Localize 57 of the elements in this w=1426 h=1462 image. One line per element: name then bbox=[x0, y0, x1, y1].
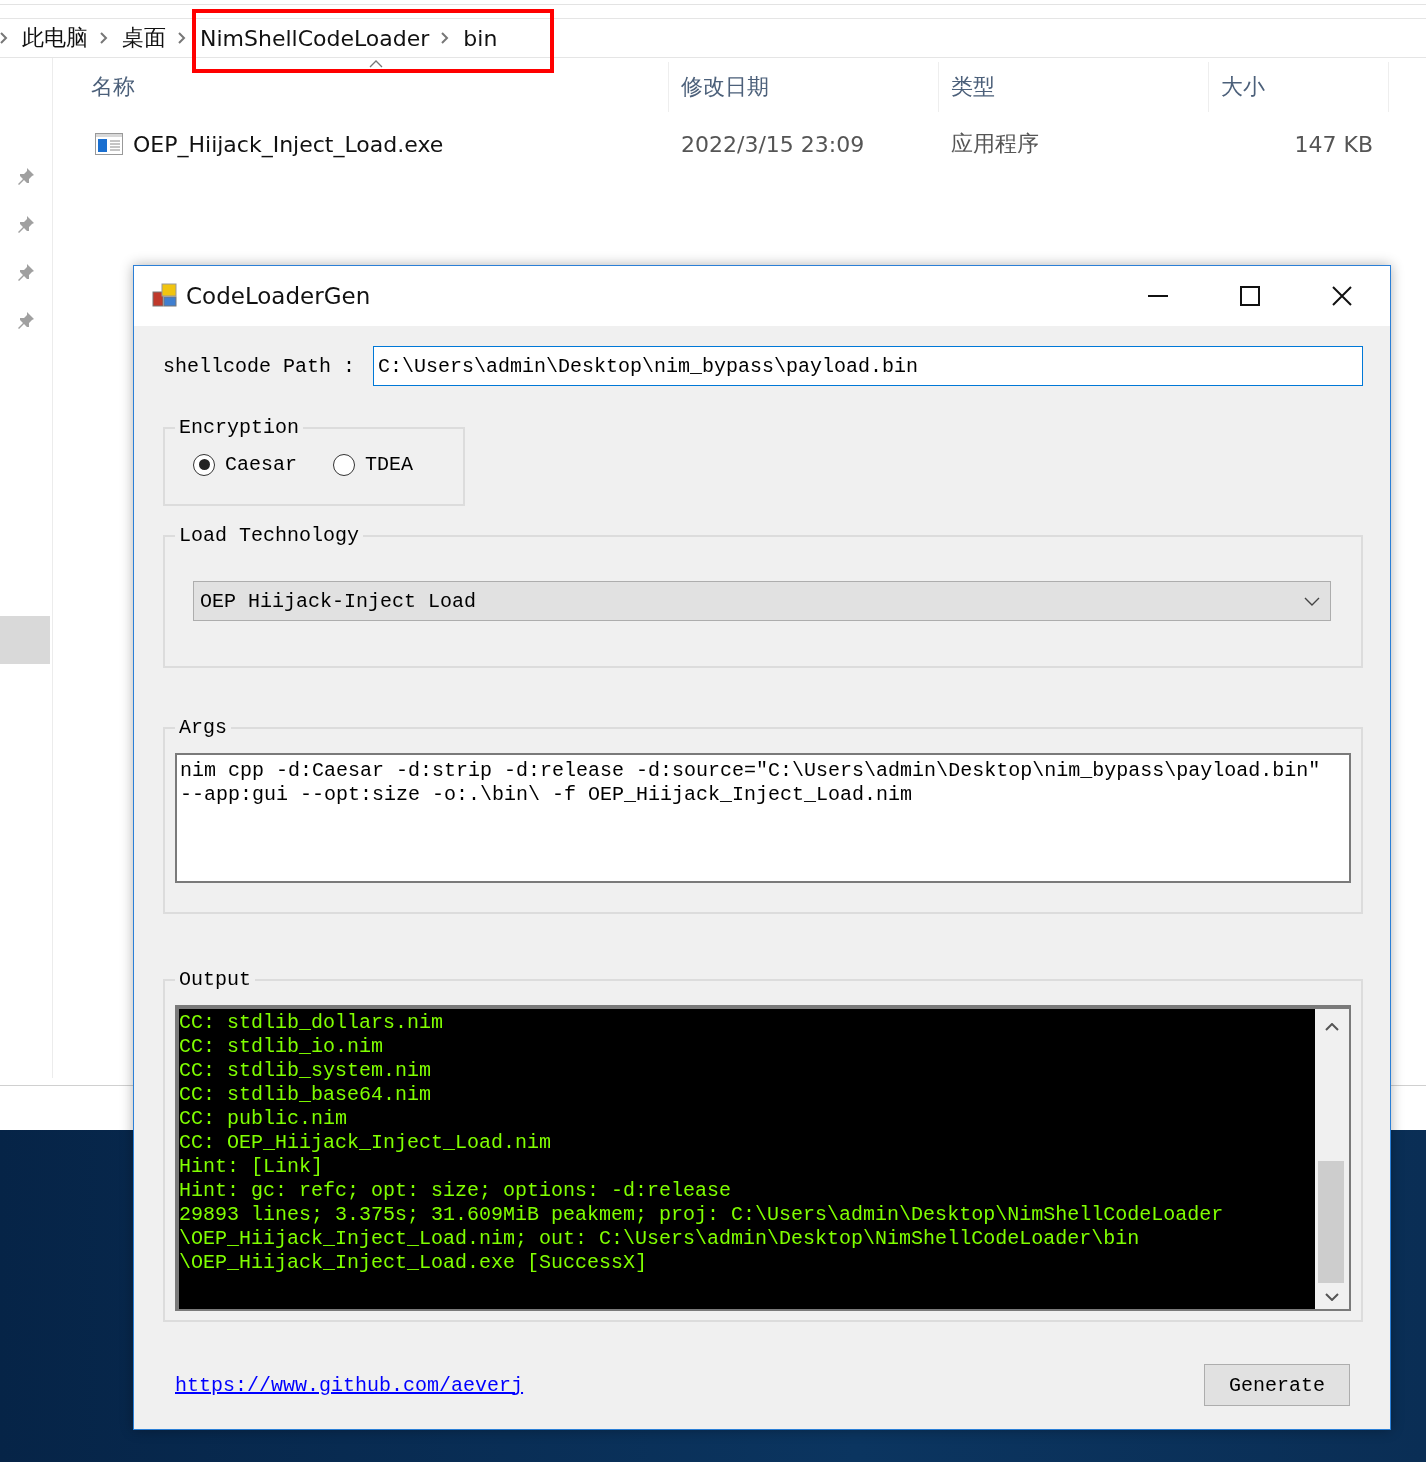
maximize-icon[interactable] bbox=[1240, 286, 1260, 306]
chevron-icon bbox=[441, 32, 450, 44]
field-label: shellcode Path : bbox=[163, 354, 356, 378]
group-title: Load Technology bbox=[178, 524, 361, 547]
window-title: CodeLoaderGen bbox=[186, 283, 372, 309]
file-name[interactable]: OEP_Hiijack_Inject_Load.exe bbox=[133, 131, 444, 157]
output-line: Hint: gc: refc; opt: size; options: -d:release bbox=[179, 1179, 733, 1203]
pin-icon[interactable] bbox=[16, 262, 36, 282]
file-type: 应用程序 bbox=[950, 130, 1040, 158]
app-icon bbox=[152, 283, 178, 309]
scroll-down-icon[interactable] bbox=[1325, 1293, 1339, 1301]
sort-caret-icon bbox=[369, 60, 383, 68]
dropdown[interactable]: OEP Hiijack-Inject Load bbox=[193, 581, 1331, 621]
args-field[interactable]: nim cpp -d:Caesar -d:strip -d:release -d:source="C:\Users\admin\Desktop\nim_bypass\payload.bin" --app:gui --opt:size -o:.\bin\ -f OEP_Hiijack_Inject_Load.nim bbox=[175, 753, 1351, 883]
close-icon[interactable] bbox=[1332, 286, 1352, 306]
breadcrumb-item[interactable]: NimShellCodeLoader bbox=[200, 25, 430, 51]
radio-option[interactable]: Caesar bbox=[193, 453, 297, 476]
group-title: Output bbox=[178, 968, 252, 991]
output-line: CC: OEP_Hiijack_Inject_Load.nim bbox=[179, 1131, 553, 1155]
caret-icon bbox=[1304, 596, 1320, 606]
address-bar[interactable]: 此电脑 桌面 NimShellCodeLoader bin bbox=[0, 18, 1426, 58]
scrollbar[interactable] bbox=[1315, 1009, 1349, 1309]
column-header[interactable]: 类型 bbox=[939, 62, 1209, 112]
generate-button[interactable]: Generate bbox=[1204, 1364, 1350, 1406]
radio-button[interactable] bbox=[193, 453, 215, 476]
radio-option[interactable]: TDEA bbox=[333, 453, 414, 476]
github-link[interactable]: https://www.github.com/aeverj bbox=[175, 1373, 524, 1397]
column-header[interactable]: 修改日期 bbox=[669, 62, 939, 112]
chevron-icon bbox=[100, 32, 108, 44]
chevron-icon bbox=[0, 32, 8, 44]
radio-button[interactable] bbox=[333, 453, 355, 476]
output-line: 29893 lines; 3.375s; 31.609MiB peakmem; proj: C:\Users\admin\Desktop\NimShellCodeLoader bbox=[179, 1203, 1225, 1227]
group-title: Args bbox=[178, 716, 228, 739]
pin-icon[interactable] bbox=[16, 166, 36, 186]
breadcrumb-item[interactable]: 此电脑 bbox=[22, 23, 88, 53]
pin-icon[interactable] bbox=[16, 214, 36, 234]
output-line: CC: stdlib_dollars.nim bbox=[179, 1011, 445, 1035]
output-line: CC: stdlib_base64.nim bbox=[179, 1083, 433, 1107]
scroll-up-icon[interactable] bbox=[1325, 1023, 1339, 1031]
column-header[interactable]: 名称 bbox=[53, 62, 669, 112]
output-line: \OEP_Hiijack_Inject_Load.exe [SuccessX] bbox=[179, 1251, 649, 1275]
chevron-icon bbox=[178, 32, 186, 44]
application-icon bbox=[95, 133, 123, 155]
pin-icon[interactable] bbox=[16, 310, 36, 330]
path-field[interactable]: C:\Users\admin\Desktop\nim_bypass\payload.bin bbox=[373, 346, 1363, 386]
output-line: \OEP_Hiijack_Inject_Load.nim; out: C:\Users\admin\Desktop\NimShellCodeLoader\bin bbox=[179, 1227, 1141, 1251]
breadcrumb-item[interactable]: bin bbox=[463, 25, 498, 51]
breadcrumb-item[interactable]: 桌面 bbox=[122, 23, 166, 53]
group-title: Encryption bbox=[178, 416, 301, 439]
output-line: CC: public.nim bbox=[179, 1107, 349, 1131]
scroll-thumb[interactable] bbox=[1318, 1161, 1344, 1283]
output-line: Hint: [Link] bbox=[179, 1155, 325, 1179]
output-line: CC: stdlib_io.nim bbox=[179, 1035, 385, 1059]
output-line: CC: stdlib_system.nim bbox=[179, 1059, 433, 1083]
file-size: 147 KB bbox=[1293, 131, 1374, 157]
column-header[interactable]: 大小 bbox=[1209, 62, 1389, 112]
modified-date: 2022/3/15 23:09 bbox=[680, 131, 866, 157]
